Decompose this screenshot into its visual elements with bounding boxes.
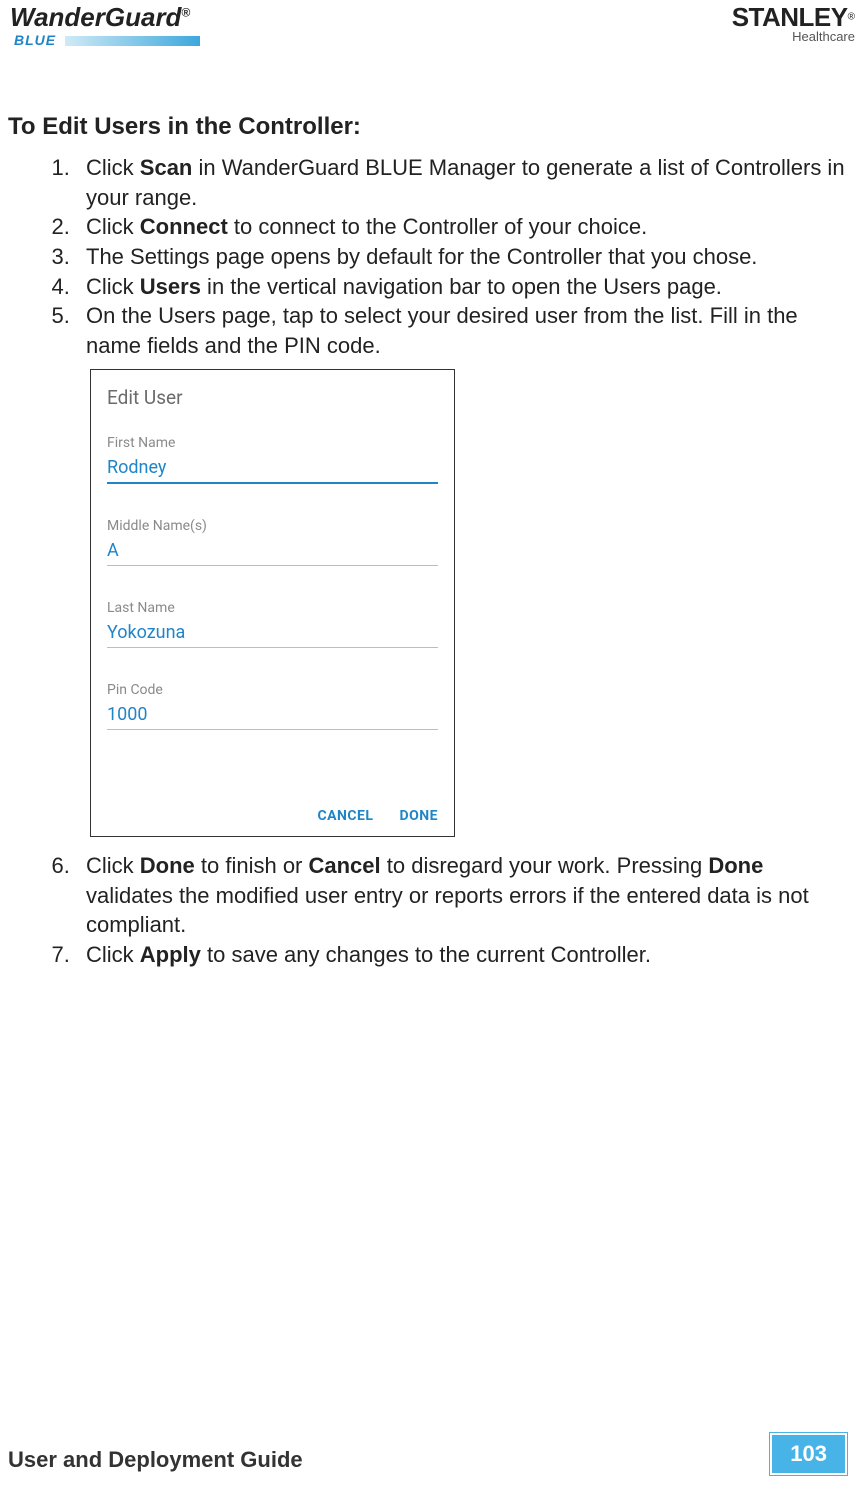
instruction-list: Click Scan in WanderGuard BLUE Manager t… (38, 153, 849, 361)
pin-code-label: Pin Code (107, 682, 438, 698)
logo-gradient-bar (65, 36, 200, 46)
page-header: WanderGuard® BLUE STANLEY® Healthcare (0, 0, 861, 63)
footer-guide-title: User and Deployment Guide (8, 1447, 303, 1472)
dialog-title: Edit User (107, 386, 438, 409)
step-7: Click Apply to save any changes to the c… (76, 940, 845, 970)
wanderguard-logo: WanderGuard® (10, 4, 190, 30)
step-4: Click Users in the vertical navigation b… (76, 272, 845, 302)
page-content: To Edit Users in the Controller: Click S… (0, 63, 861, 970)
step-2: Click Connect to connect to the Controll… (76, 212, 845, 242)
done-button[interactable]: DONE (399, 808, 438, 824)
cancel-button[interactable]: CANCEL (317, 808, 373, 824)
first-name-label: First Name (107, 435, 438, 451)
registered-mark: ® (848, 12, 855, 23)
last-name-label: Last Name (107, 600, 438, 616)
first-name-field[interactable]: Rodney (107, 457, 438, 484)
middle-name-field[interactable]: A (107, 540, 438, 566)
step-3: The Settings page opens by default for t… (76, 242, 845, 272)
step-1: Click Scan in WanderGuard BLUE Manager t… (76, 153, 845, 212)
step-6: Click Done to finish or Cancel to disreg… (76, 851, 845, 940)
page-number-badge: 103 (770, 1433, 847, 1475)
step-5: On the Users page, tap to select your de… (76, 301, 845, 360)
middle-name-label: Middle Name(s) (107, 518, 438, 534)
logo-text: WanderGuard (10, 2, 181, 32)
section-title: To Edit Users in the Controller: (8, 113, 849, 141)
instruction-list-cont: Click Done to finish or Cancel to disreg… (38, 851, 849, 970)
pin-code-field[interactable]: 1000 (107, 704, 438, 730)
stanley-text: STANLEY (732, 2, 848, 32)
stanley-logo: STANLEY® Healthcare (732, 2, 855, 44)
wanderguard-blue-subtext: BLUE (14, 32, 56, 48)
edit-user-dialog: Edit User First Name Rodney Middle Name(… (90, 369, 455, 837)
page-footer: User and Deployment Guide 103 (8, 1447, 853, 1473)
last-name-field[interactable]: Yokozuna (107, 622, 438, 648)
registered-mark: ® (181, 5, 190, 19)
